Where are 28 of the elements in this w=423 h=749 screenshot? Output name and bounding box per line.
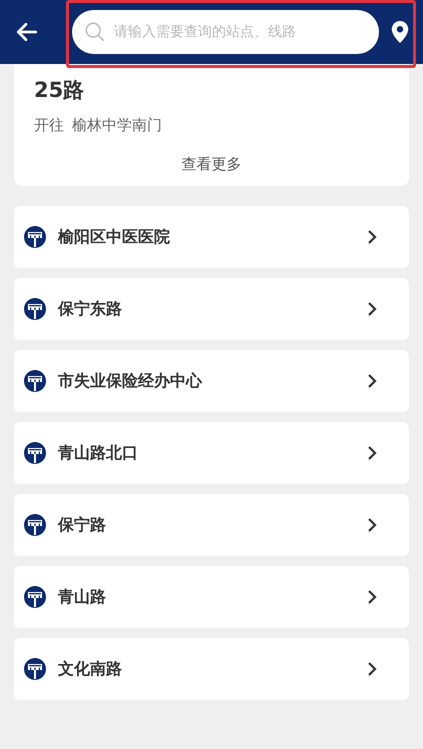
chevron-right-icon [365,445,379,461]
bus-stop-icon [24,586,46,608]
direction-label: 开往 [34,116,64,135]
chevron-right-icon [365,589,379,605]
bus-stop-icon [24,658,46,680]
stop-row[interactable]: 青山路 [14,566,409,628]
search-icon [84,21,106,43]
bus-stop-icon [24,298,46,320]
route-name: 25路 [34,77,86,104]
search-field[interactable]: 请输入需要查询的站点、线路 [72,10,379,54]
bus-stop-icon [24,442,46,464]
chevron-right-icon [365,373,379,389]
bus-stop-icon [24,514,46,536]
more-link[interactable]: 查看更多 [178,151,246,178]
location-pin-icon[interactable] [389,20,411,44]
destination: 榆林中学南门 [72,116,162,135]
bus-stop-icon [24,226,46,248]
stop-row[interactable]: 文化南路 [14,638,409,700]
chevron-right-icon [365,661,379,677]
bus-stop-icon [24,370,46,392]
stop-row[interactable]: 保宁东路 [14,278,409,340]
chevron-right-icon [365,229,379,245]
stop-row[interactable]: 市失业保险经办中心 [14,350,409,412]
stop-row[interactable]: 保宁路 [14,494,409,556]
chevron-right-icon [365,517,379,533]
stop-row[interactable]: 青山路北口 [14,422,409,484]
chevron-right-icon [365,301,379,317]
stop-row[interactable]: 榆阳区中医医院 [14,206,409,268]
